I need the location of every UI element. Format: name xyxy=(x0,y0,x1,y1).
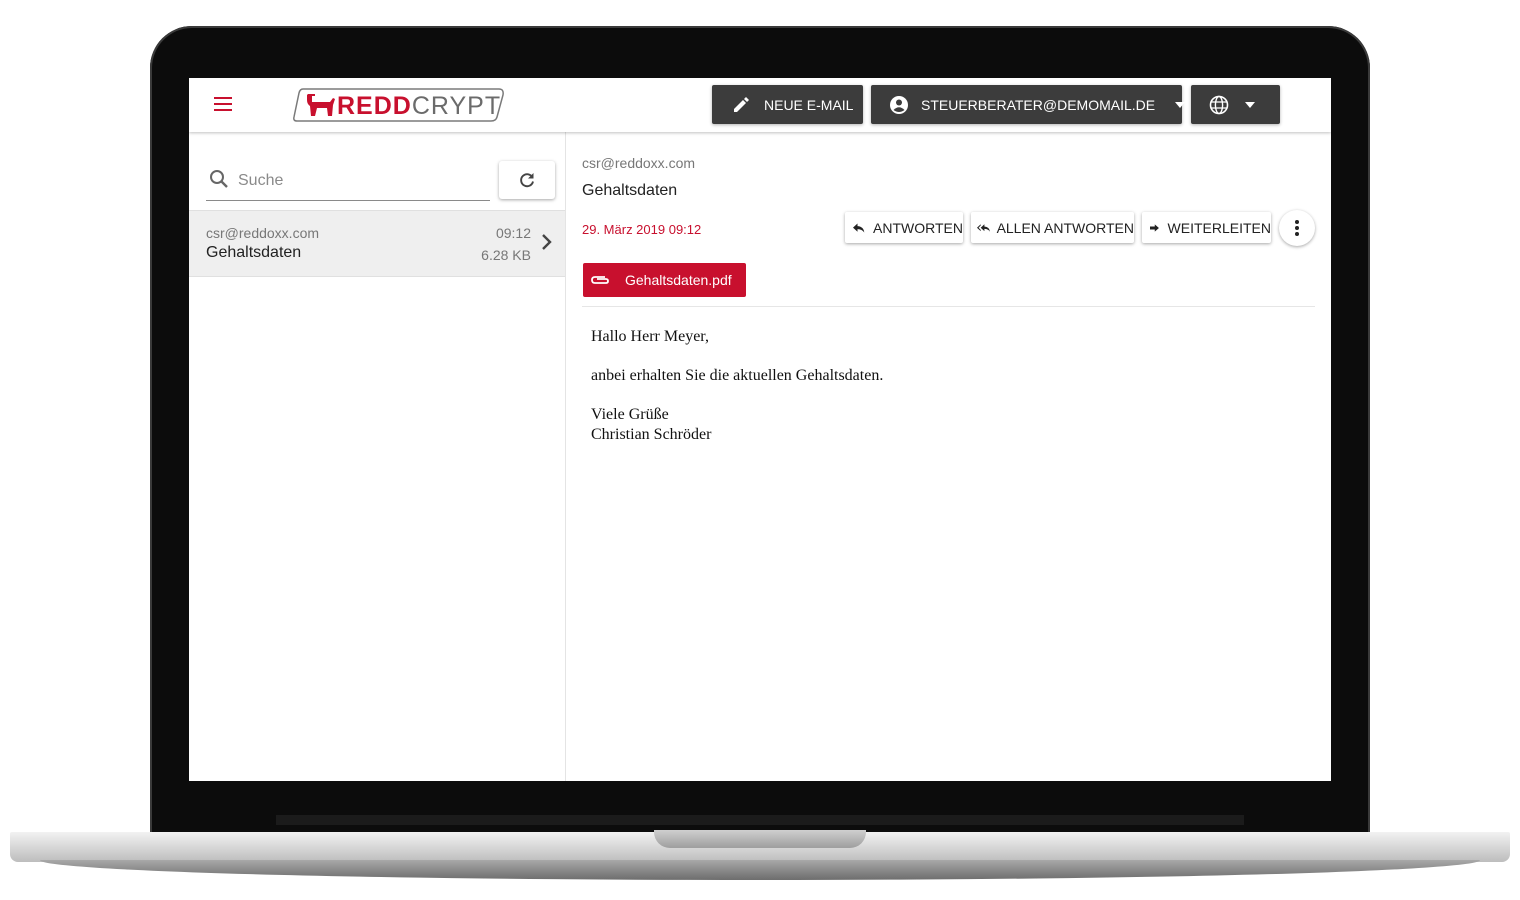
more-options-button[interactable] xyxy=(1279,210,1315,246)
forward-button[interactable]: WEITERLEITEN xyxy=(1142,212,1271,243)
dog-logo-icon xyxy=(307,94,335,116)
mail-list-item[interactable]: csr@reddoxx.com Gehaltsdaten 09:12 6.28 … xyxy=(189,210,565,277)
caret-down-icon xyxy=(1245,101,1255,108)
new-mail-button[interactable]: NEUE E-MAIL xyxy=(712,85,863,124)
message-date: 29. März 2019 09:12 xyxy=(582,222,702,237)
search-input[interactable] xyxy=(236,168,490,194)
message-subject: Gehaltsdaten xyxy=(582,182,678,199)
refresh-button[interactable] xyxy=(499,161,555,199)
attachment-filename: Gehaltsdaten.pdf xyxy=(625,272,732,288)
body-greeting: Hallo Herr Meyer, xyxy=(591,328,709,345)
message-sender: csr@reddoxx.com xyxy=(582,155,696,171)
reply-icon xyxy=(853,222,865,233)
attachment-button[interactable]: Gehaltsdaten.pdf xyxy=(583,263,746,297)
mail-item-subject: Gehaltsdaten xyxy=(206,244,302,261)
mail-item-sender: csr@reddoxx.com xyxy=(206,225,320,241)
language-dropdown-button[interactable] xyxy=(1191,85,1280,124)
message-view: csr@reddoxx.com Gehaltsdaten 29. März 20… xyxy=(566,132,1331,781)
reply-all-icon xyxy=(977,223,990,232)
laptop-bezel-line xyxy=(276,815,1244,825)
search-icon xyxy=(210,170,228,188)
more-vertical-icon xyxy=(1295,220,1299,236)
mail-item-time: 09:12 xyxy=(495,225,531,241)
mail-item-size: 6.28 KB xyxy=(481,247,531,263)
reply-all-button[interactable]: ALLEN ANTWORTEN xyxy=(971,212,1134,243)
paperclip-icon xyxy=(591,276,609,284)
divider xyxy=(582,306,1315,307)
laptop-notch xyxy=(654,830,866,848)
search-box xyxy=(206,162,490,201)
refresh-icon xyxy=(520,173,534,188)
account-circle-icon xyxy=(890,95,908,114)
account-label: STEUERBERATER@DEMOMAIL.DE xyxy=(921,96,1156,113)
message-body: Hallo Herr Meyer, anbei erhalten Sie die… xyxy=(591,327,883,445)
new-mail-label: NEUE E-MAIL xyxy=(764,96,854,113)
mail-list-panel: csr@reddoxx.com Gehaltsdaten 09:12 6.28 … xyxy=(189,132,566,781)
body-line: anbei erhalten Sie die aktuellen Gehalts… xyxy=(591,367,884,384)
body-signature: Christian Schröder xyxy=(591,426,712,443)
chevron-right-icon xyxy=(542,234,552,250)
reply-button[interactable]: ANTWORTEN xyxy=(845,212,963,243)
app-screen: REDDCRYPT NEUE E-MAIL STEUERBERATER@DEMO… xyxy=(189,78,1331,781)
account-dropdown-button[interactable]: STEUERBERATER@DEMOMAIL.DE xyxy=(871,85,1186,124)
reply-all-label: ALLEN ANTWORTEN xyxy=(996,219,1134,236)
logo-text: REDDCRYPT xyxy=(337,92,502,120)
top-bar: REDDCRYPT NEUE E-MAIL STEUERBERATER@DEMO… xyxy=(189,78,1331,132)
body-closing: Viele Grüße xyxy=(591,406,669,423)
reply-label: ANTWORTEN xyxy=(873,219,963,236)
forward-icon xyxy=(1150,223,1159,232)
pencil-icon xyxy=(734,96,749,112)
app-logo: REDDCRYPT xyxy=(293,87,505,123)
laptop-foot xyxy=(40,860,1480,880)
menu-icon[interactable] xyxy=(214,97,232,111)
forward-label: WEITERLEITEN xyxy=(1167,219,1271,236)
caret-down-icon xyxy=(1175,101,1186,108)
globe-icon xyxy=(1209,95,1229,114)
